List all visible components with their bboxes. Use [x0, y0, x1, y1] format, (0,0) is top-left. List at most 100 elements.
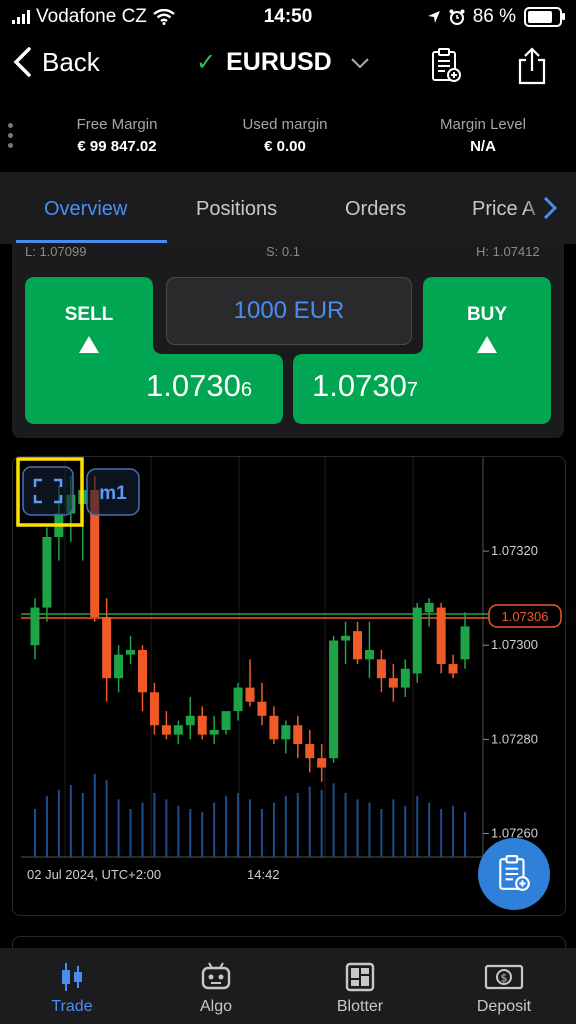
bottom-tab-trade-label: Trade	[51, 998, 93, 1015]
candle-body	[400, 668, 410, 688]
bottom-tab-deposit[interactable]: $ Deposit	[454, 962, 554, 1016]
share-icon	[518, 47, 546, 85]
battery-icon	[524, 7, 565, 27]
x-date-label: 02 Jul 2024, UTC+2:00	[27, 867, 161, 882]
candle-body	[305, 744, 315, 759]
status-bar: Vodafone CZ 14:50 86 %	[0, 0, 576, 34]
tab-bar: Overview Positions Orders Price A	[0, 172, 576, 244]
candle-body	[424, 602, 434, 613]
candle-body	[281, 725, 291, 740]
up-triangle-icon	[477, 336, 497, 353]
candle-body	[233, 687, 243, 712]
current-price-label: 1.07306	[502, 609, 549, 624]
bottom-tab-deposit-label: Deposit	[476, 998, 532, 1015]
check-icon: ✓	[196, 49, 217, 76]
buy-price-pip: 7	[406, 379, 418, 401]
candle-body	[114, 654, 124, 679]
tab-overview[interactable]: Overview	[44, 198, 127, 221]
candle-body	[149, 692, 159, 726]
more-vertical-icon[interactable]	[8, 118, 13, 153]
sell-label-wrap: SELL	[25, 304, 153, 353]
y-tick-label: 1.07320	[491, 543, 538, 558]
margin-level-value: N/A	[470, 138, 496, 155]
tab-positions[interactable]: Positions	[196, 198, 277, 221]
used-margin-value: € 0.00	[264, 138, 306, 155]
location-icon	[427, 11, 440, 23]
back-label: Back	[42, 46, 100, 77]
share-button[interactable]	[512, 44, 552, 88]
candle-body	[329, 640, 339, 759]
candle-body	[161, 725, 171, 735]
candle-body	[412, 607, 422, 674]
symbol-selector[interactable]: ✓ EURUSD	[196, 48, 370, 77]
free-margin-label: Free Margin	[76, 116, 158, 133]
candle-body	[102, 617, 112, 679]
used-margin-label: Used margin	[242, 116, 328, 133]
nav-bar: Back ✓ EURUSD	[0, 34, 576, 98]
bottom-tab-algo[interactable]: Algo	[166, 962, 266, 1016]
y-tick-label: 1.07300	[491, 637, 538, 652]
buy-label: BUY	[466, 304, 508, 325]
candle-body	[257, 701, 267, 716]
bottom-tab-blotter[interactable]: Blotter	[310, 962, 410, 1016]
bottom-tab-algo-label: Algo	[199, 998, 233, 1015]
amount-input[interactable]: 1000 EUR	[166, 277, 412, 345]
battery-percent: 86 %	[472, 6, 516, 27]
day-high: H: 1.07412	[476, 244, 540, 259]
free-margin-value: € 99 847.02	[77, 138, 157, 155]
candle-body	[341, 635, 351, 641]
price-chart[interactable]: 1.07320 1.07300 1.07280 1.07260 1.07306 02 Ju…	[12, 456, 566, 916]
bottom-tab-blotter-label: Blotter	[336, 998, 384, 1015]
candle-body	[185, 715, 195, 726]
candle-body	[448, 664, 458, 674]
sell-price: 1.07306	[146, 368, 252, 404]
candle-body	[197, 715, 207, 735]
buy-price-main: 1.0730	[312, 368, 407, 403]
candle-body	[173, 725, 183, 735]
clipboard-add-icon	[432, 48, 461, 82]
sell-price-main: 1.0730	[146, 368, 241, 403]
tab-active-indicator	[16, 240, 167, 243]
chevron-right-icon[interactable]	[542, 196, 558, 220]
candle-body	[388, 678, 398, 688]
candle-body	[293, 725, 303, 745]
blotter-icon	[345, 962, 375, 992]
new-order-button[interactable]	[426, 44, 466, 88]
svg-text:$: $	[501, 972, 508, 985]
candle-body	[460, 626, 470, 660]
x-time-label: 14:42	[247, 867, 280, 882]
chevron-down-icon	[350, 57, 369, 68]
symbol-name: EURUSD	[226, 48, 332, 76]
bottom-tab-trade[interactable]: Trade	[22, 962, 122, 1016]
candle-body	[221, 711, 231, 730]
tab-orders[interactable]: Orders	[345, 198, 406, 221]
candle-body	[353, 631, 363, 660]
quick-order-fab[interactable]	[478, 838, 550, 910]
up-triangle-icon	[79, 336, 99, 353]
fullscreen-button[interactable]	[22, 466, 74, 516]
back-button[interactable]: Back	[12, 46, 100, 78]
chart-canvas[interactable]: 1.073201.073001.072801.072601.0730602 Ju…	[13, 457, 565, 915]
candle-body	[42, 537, 52, 608]
spread: S: 0.1	[266, 244, 300, 259]
timeframe-label: m1	[99, 483, 127, 504]
buy-price: 1.07307	[312, 368, 418, 404]
trade-panel: L: 1.07099 S: 0.1 H: 1.07412 SELL 1.0730…	[12, 244, 564, 438]
sell-label: SELL	[64, 304, 114, 325]
candle-body	[245, 687, 255, 702]
robot-icon	[201, 962, 231, 990]
sell-price-pip: 6	[240, 379, 252, 401]
used-margin: Used margin € 0.00	[200, 116, 370, 155]
y-tick-label: 1.07280	[491, 731, 538, 746]
candle-body	[269, 715, 279, 740]
candle-body	[30, 607, 40, 646]
candlestick-icon	[62, 963, 82, 991]
alarm-icon	[449, 9, 465, 25]
deposit-icon: $	[484, 964, 524, 990]
free-margin: Free Margin € 99 847.02	[32, 116, 202, 155]
candle-body	[209, 729, 219, 735]
margin-level: Margin Level N/A	[398, 116, 568, 155]
candle-body	[364, 649, 374, 660]
margin-info-bar: Free Margin € 99 847.02 Used margin € 0.…	[0, 98, 576, 172]
bottom-tab-bar: Trade Algo Blotter $ Deposit	[0, 948, 576, 1024]
